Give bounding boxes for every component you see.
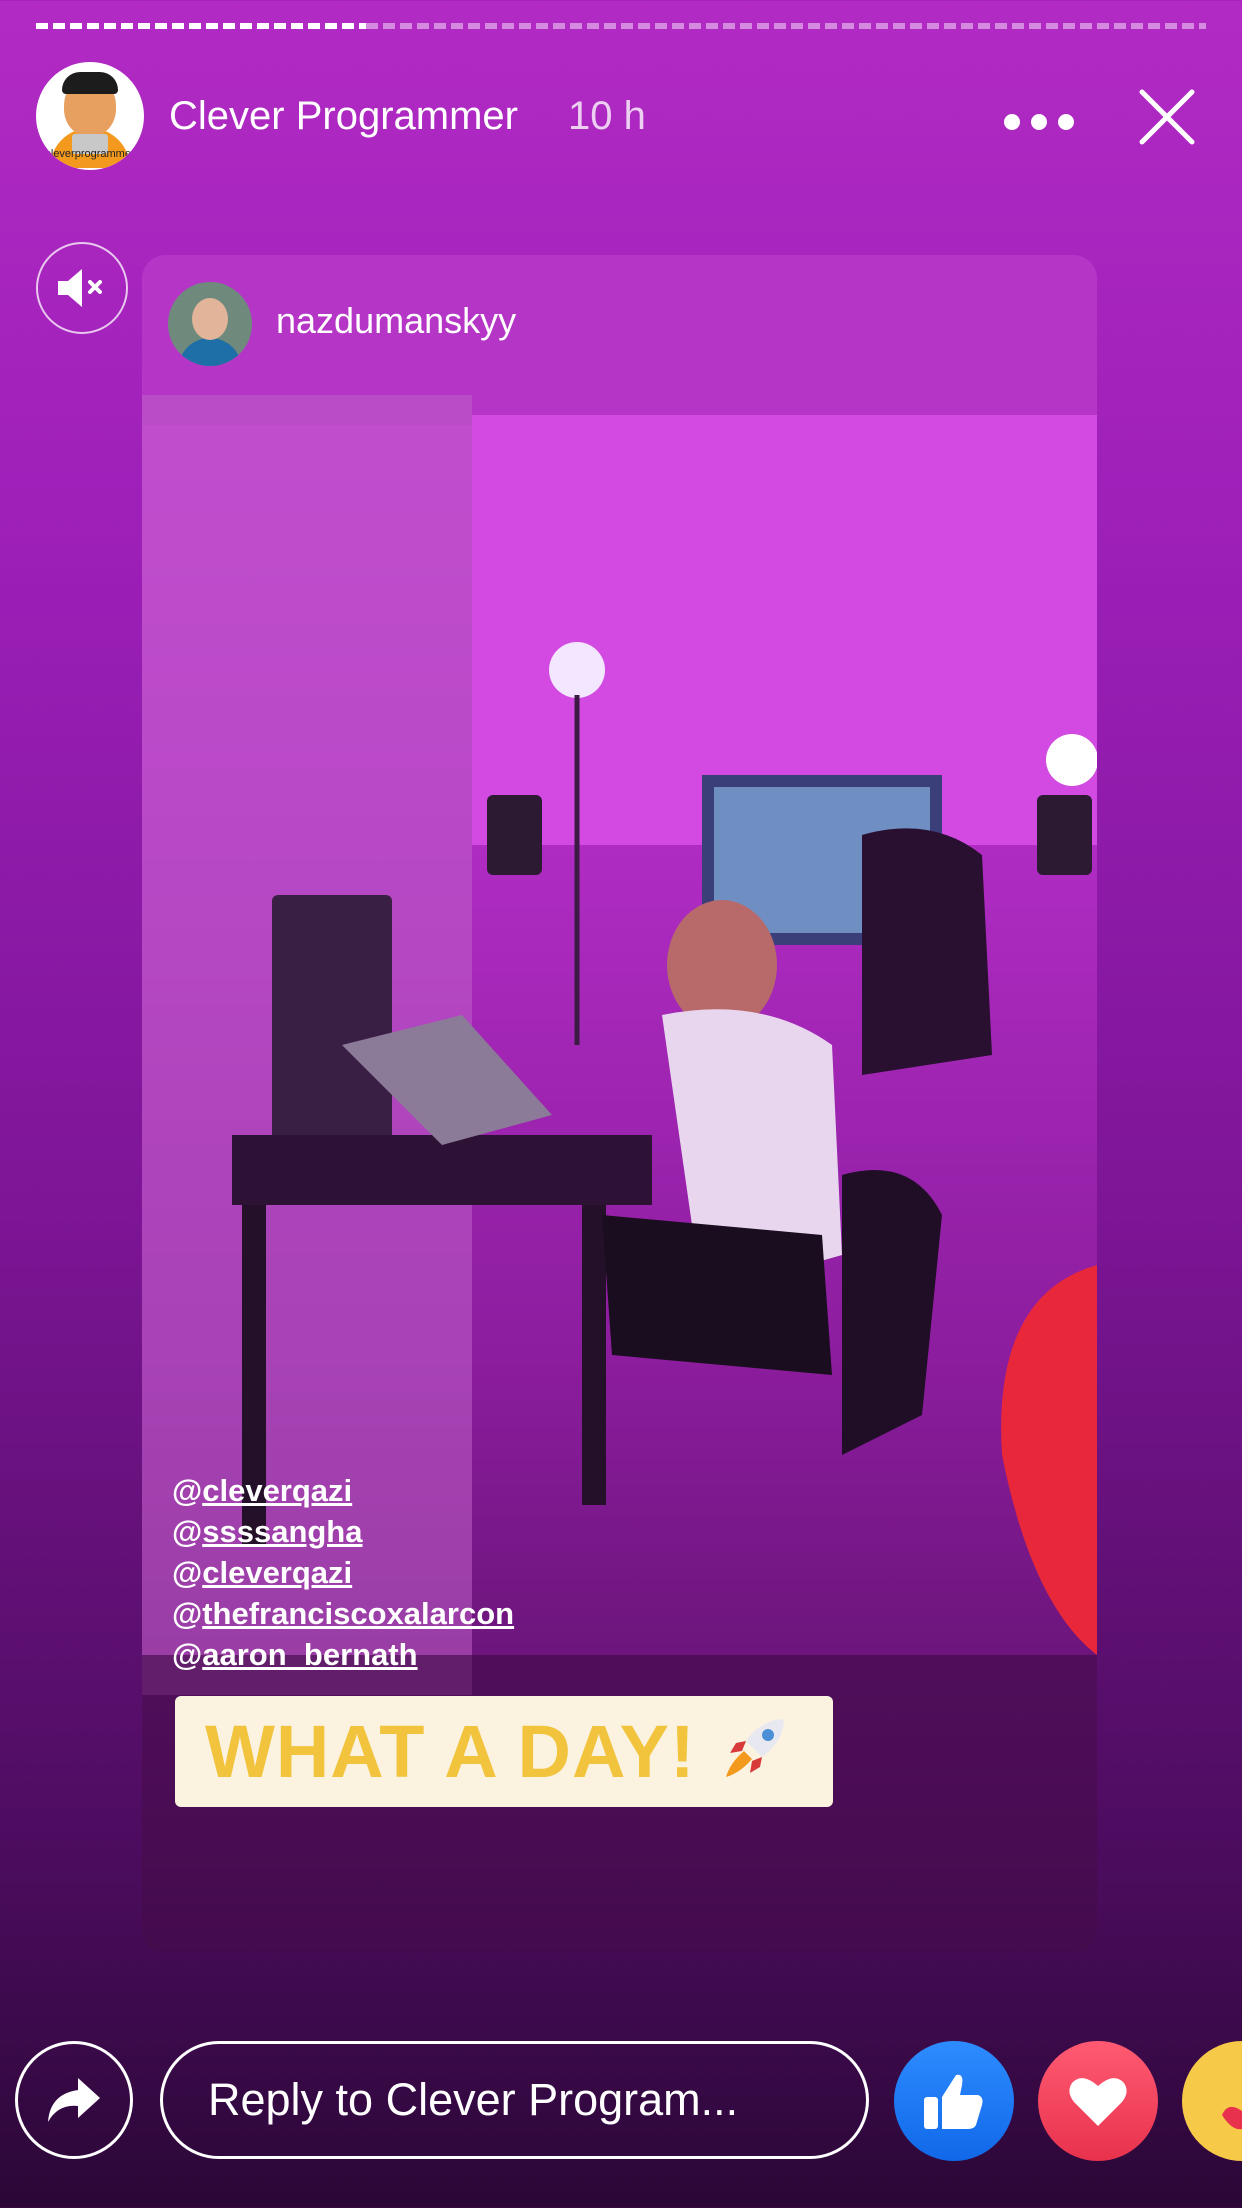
mention-tag[interactable]: @cleverqazi <box>172 1552 514 1593</box>
channel-name[interactable]: Clever Programmer <box>169 94 518 139</box>
story-media[interactable]: nazdumanskyy @cleverqazi @ssssangha @cle… <box>142 255 1097 1953</box>
story-author-name[interactable]: nazdumanskyy <box>276 300 516 342</box>
more-icon[interactable] <box>1004 107 1074 137</box>
mute-icon[interactable] <box>36 242 128 334</box>
story-author-avatar[interactable] <box>168 282 252 366</box>
progress-segment-remaining <box>366 23 1206 29</box>
banner-text: WHAT A DAY! <box>205 1710 696 1793</box>
like-icon[interactable] <box>894 2041 1014 2161</box>
story-text-banner: WHAT A DAY! <box>175 1696 833 1807</box>
reply-input[interactable]: Reply to Clever Program... <box>160 2041 869 2159</box>
care-icon[interactable] <box>1182 2041 1242 2161</box>
share-icon[interactable] <box>15 2041 133 2159</box>
mention-list: @cleverqazi @ssssangha @cleverqazi @thef… <box>172 1470 514 1675</box>
mention-tag[interactable]: @thefranciscoxalarcon <box>172 1593 514 1634</box>
close-icon[interactable] <box>1136 86 1198 148</box>
mention-tag[interactable]: @cleverqazi <box>172 1470 514 1511</box>
story-progress-bar <box>36 23 1206 29</box>
love-icon[interactable] <box>1038 2041 1158 2161</box>
story-header: cleverprogrammer Clever Programmer 10 h <box>36 62 1206 172</box>
channel-avatar[interactable]: cleverprogrammer <box>36 62 144 170</box>
mention-tag[interactable]: @aaron_bernath <box>172 1634 514 1675</box>
mention-tag[interactable]: @ssssangha <box>172 1511 514 1552</box>
reply-placeholder: Reply to Clever Program... <box>208 2074 739 2125</box>
rocket-icon <box>716 1711 792 1792</box>
avatar-brand-text: cleverprogrammer <box>45 148 135 160</box>
progress-segment-current <box>36 23 366 29</box>
post-time: 10 h <box>568 94 646 138</box>
